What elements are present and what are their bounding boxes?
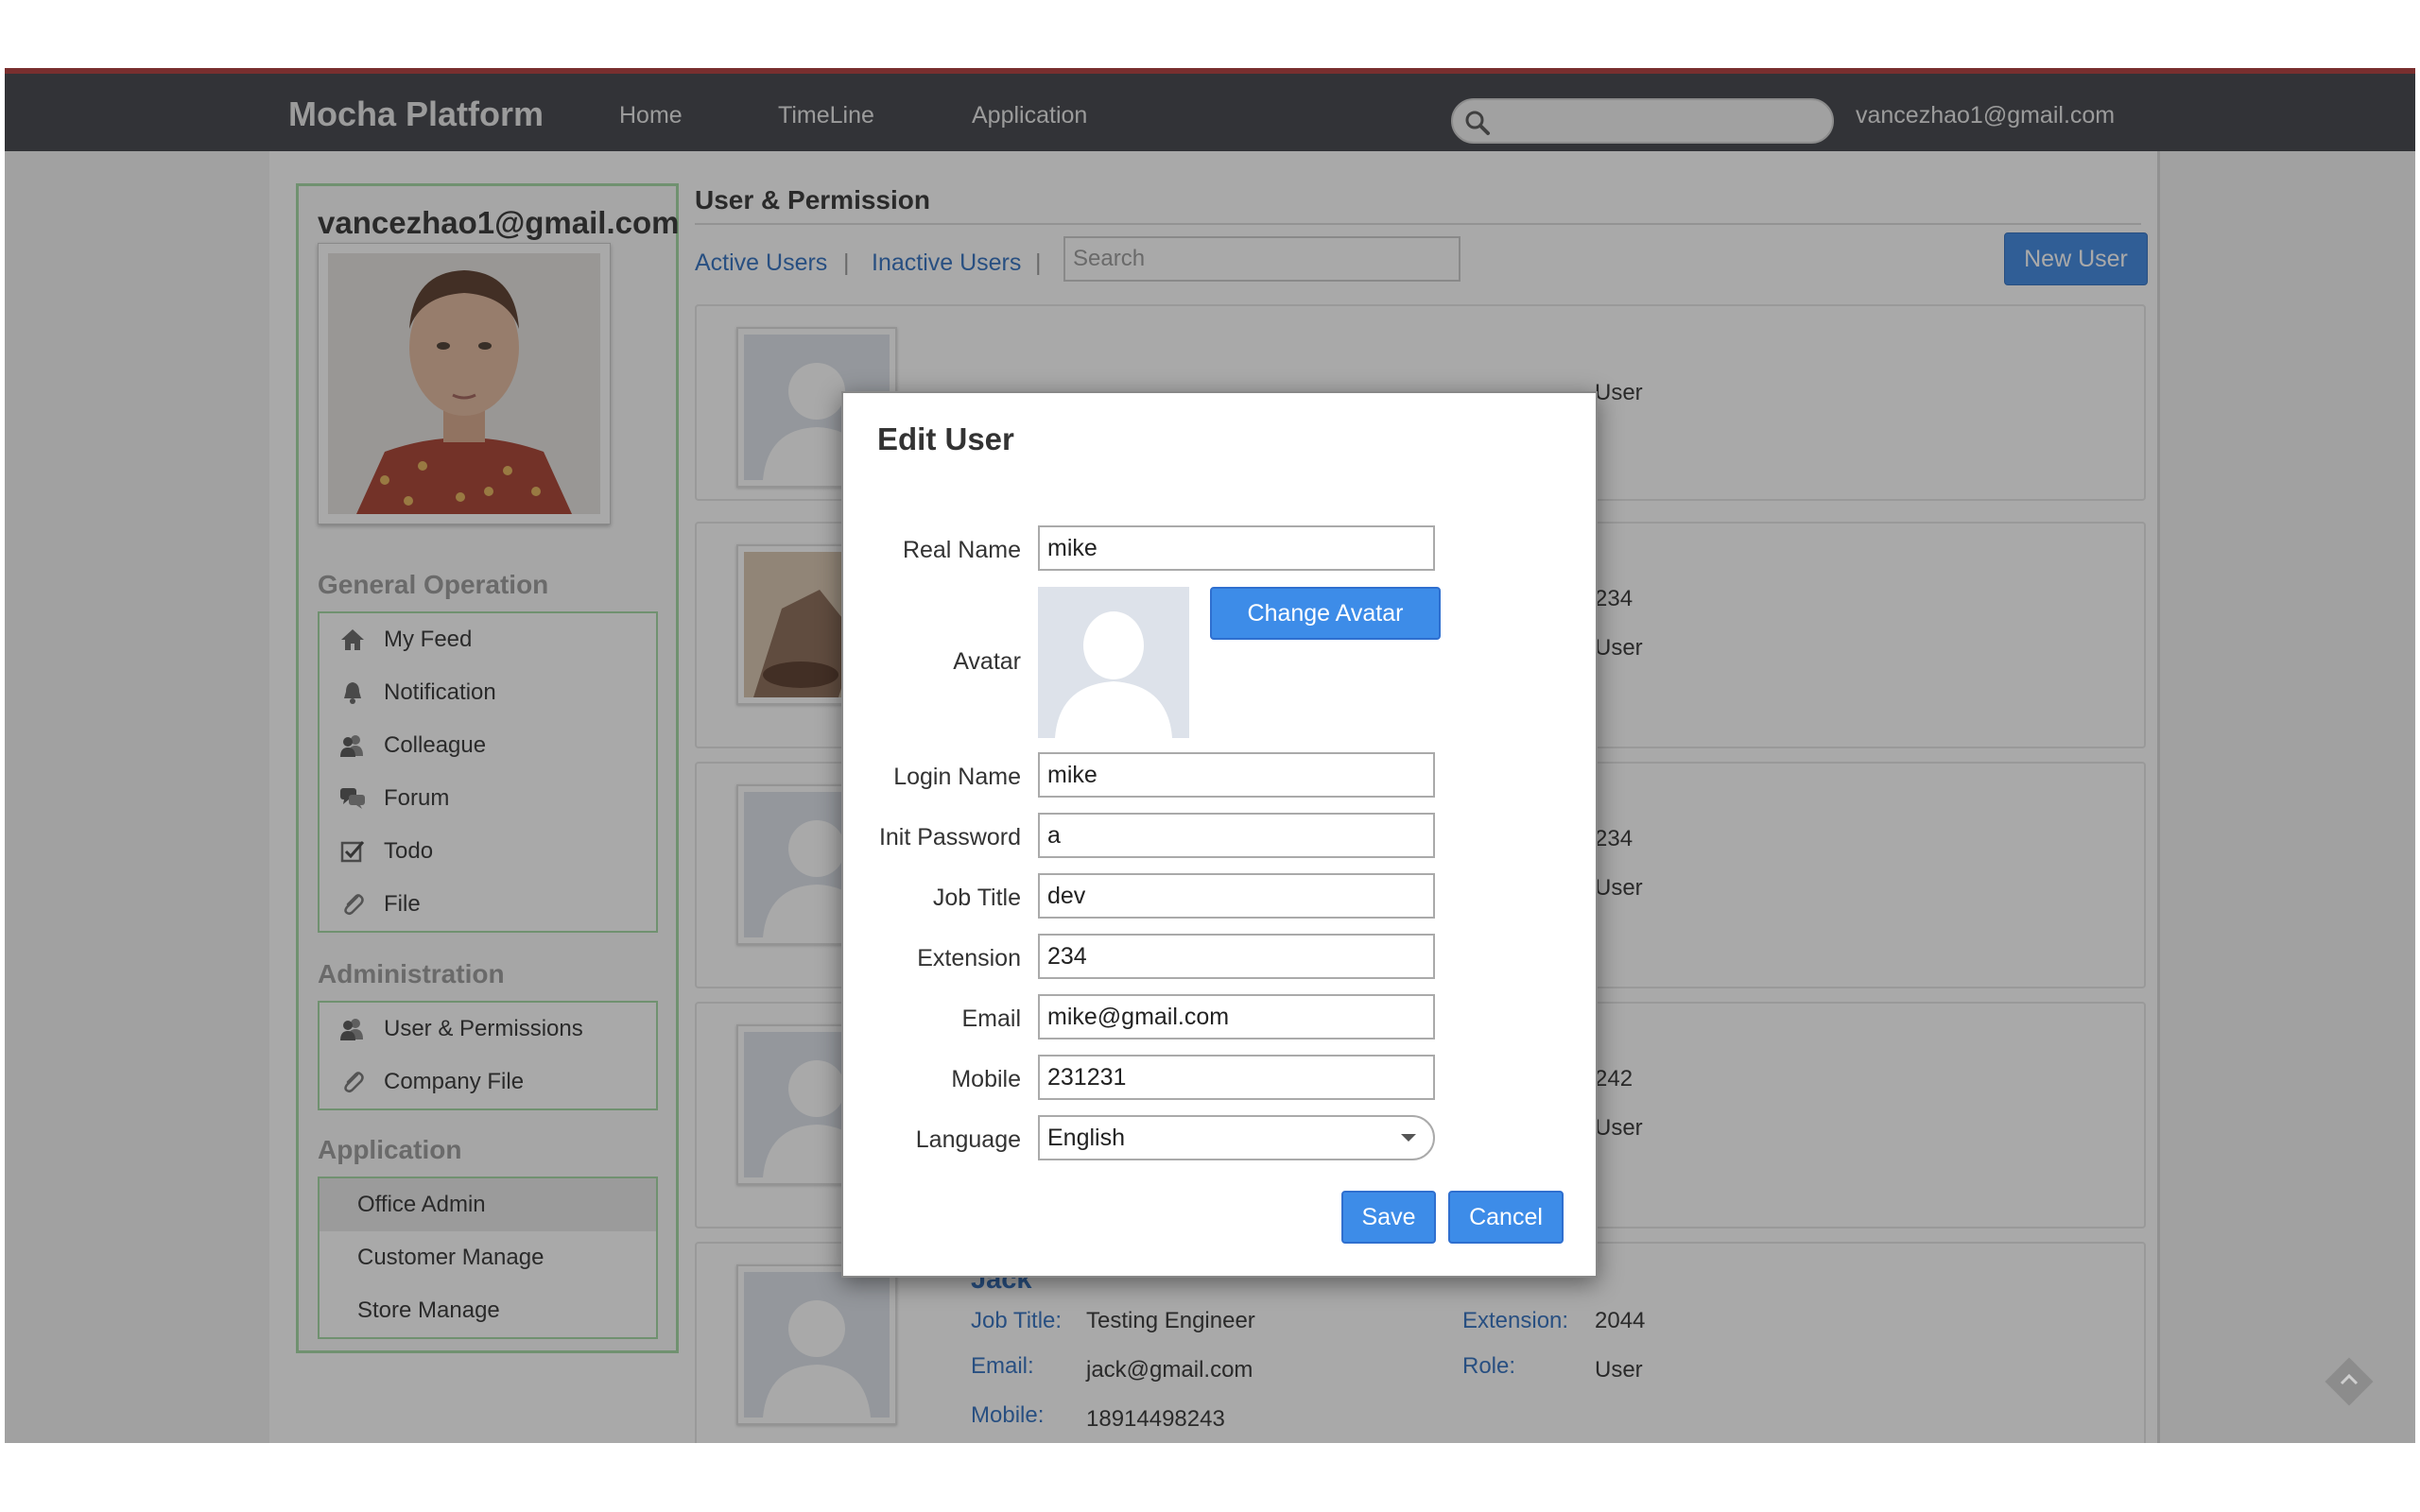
mobile-input[interactable] (1038, 1055, 1435, 1100)
extension-input[interactable] (1038, 934, 1435, 979)
login-name-label: Login Name (893, 764, 1021, 790)
language-label: Language (915, 1126, 1021, 1153)
extension-label: Extension (917, 945, 1021, 971)
email-label: Email (961, 1005, 1021, 1032)
real-name-input[interactable] (1038, 525, 1435, 571)
avatar-label: Avatar (953, 648, 1021, 675)
job-title-label: Job Title (932, 885, 1021, 911)
email-input[interactable] (1038, 994, 1435, 1040)
app-window: Mocha Platform Home TimeLine Application… (5, 68, 2415, 1443)
cancel-button[interactable]: Cancel (1448, 1191, 1564, 1244)
default-avatar-icon (1038, 587, 1189, 738)
save-button[interactable]: Save (1341, 1191, 1436, 1244)
init-password-input[interactable] (1038, 813, 1435, 858)
dialog-title: Edit User (877, 421, 1014, 456)
change-avatar-button[interactable]: Change Avatar (1210, 587, 1441, 640)
real-name-label: Real Name (902, 537, 1021, 563)
chevron-down-icon (1401, 1134, 1416, 1142)
language-select[interactable]: English (1038, 1115, 1435, 1160)
job-title-input[interactable] (1038, 873, 1435, 919)
edit-user-dialog: Edit User Real Name Avatar Change Avatar… (841, 391, 1598, 1278)
mobile-label: Mobile (951, 1066, 1021, 1092)
login-name-input[interactable] (1038, 752, 1435, 798)
avatar-preview (1038, 587, 1189, 738)
feedback-icon[interactable] (2323, 1355, 2376, 1408)
language-selected-value: English (1047, 1124, 1125, 1151)
init-password-label: Init Password (878, 824, 1021, 850)
